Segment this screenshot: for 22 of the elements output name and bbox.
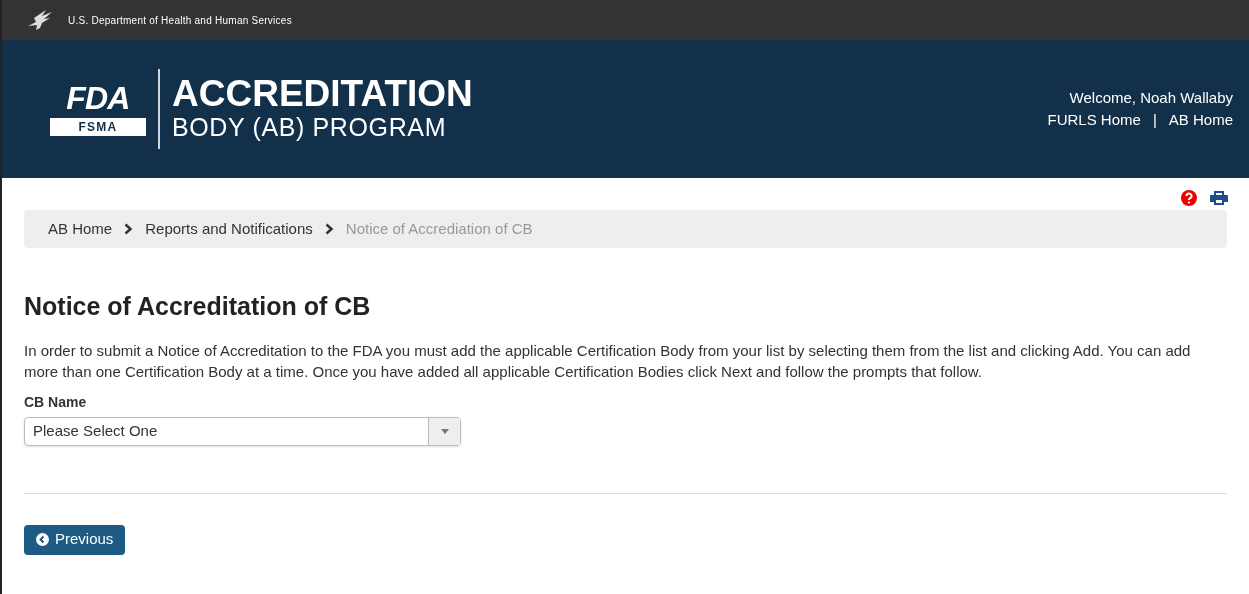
breadcrumb-link[interactable]: AB Home: [48, 217, 113, 241]
help-icon[interactable]: [1181, 190, 1197, 206]
link-separator: |: [1152, 110, 1157, 130]
breadcrumb-current: Notice of Accrediation of CB: [345, 218, 533, 239]
print-icon[interactable]: [1209, 190, 1229, 206]
agency-name: U.S. Department of Health and Human Services: [68, 13, 292, 28]
program-title: ACCREDITATION: [172, 74, 473, 112]
page-title: Notice of Accreditation of CB: [24, 291, 372, 322]
chevron-icon: [324, 223, 334, 235]
chevron-icon: [124, 223, 134, 235]
field-label: CB Name: [24, 392, 88, 412]
caret-icon: [440, 428, 449, 434]
header-link[interactable]: FURLS Home: [1047, 109, 1141, 132]
instructions-text: In order to submit a Notice of Accreditation to the FDA you must add the applicable Certification Body from your list by selecting them from the list and clicking Add. You can add more than one Certification Body at a time. Once you have added all applicable Certification Bodies click Next and follow the prompts that follow.: [24, 340, 1192, 382]
header-link[interactable]: AB Home: [1168, 109, 1233, 132]
breadcrumb-link[interactable]: Reports and Notifications: [145, 217, 313, 241]
cb-name-select[interactable]: Please Select One: [24, 416, 461, 446]
welcome-text: Welcome, Noah Wallaby: [1069, 87, 1233, 108]
fda-logo: FDA FSMA: [50, 82, 146, 136]
program-subtitle: BODY (AB) PROGRAM: [172, 111, 448, 143]
previous-button[interactable]: Previous: [24, 524, 126, 555]
back-icon: [36, 533, 49, 546]
